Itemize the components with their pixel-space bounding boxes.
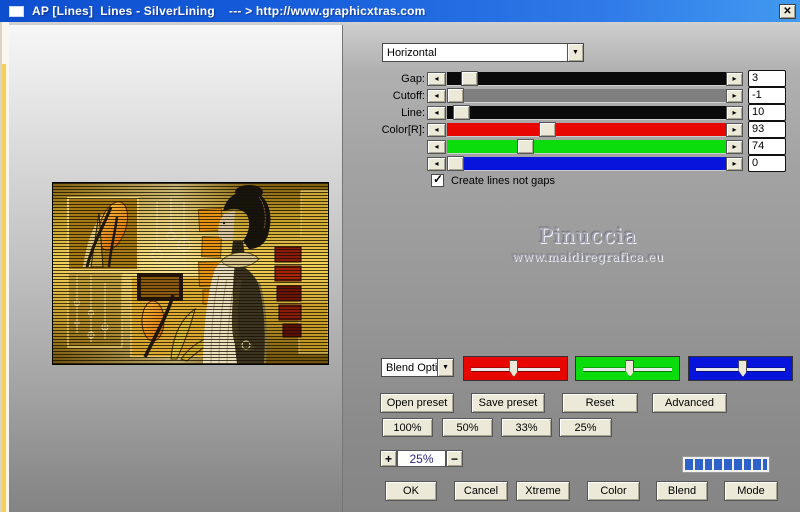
slider-row-line: Line: ◂ ▸ 10 [0,104,800,121]
slider-left-arrow-icon[interactable]: ◂ [427,89,446,103]
slider-thumb[interactable] [447,88,464,103]
create-lines-option: ✓ Create lines not gaps [431,172,555,187]
progress-segment [733,459,742,470]
slider-right-arrow-icon[interactable]: ▸ [726,89,743,103]
slider-left-arrow-icon[interactable]: ◂ [427,123,446,137]
slider-track[interactable] [447,122,726,137]
slider-track[interactable] [447,156,726,171]
slider-right-arrow-icon[interactable]: ▸ [726,140,743,154]
reset-button[interactable]: Reset [562,393,638,413]
check-icon: ✓ [433,172,444,186]
slider-row-color-b: ◂ ▸ 0 [0,155,800,172]
slider-thumb[interactable] [625,360,635,377]
zoom-100-button[interactable]: 100% [382,418,433,437]
window-title: AP [Lines] Lines - SilverLining --- > ht… [32,4,426,18]
zoom-out-button[interactable]: − [446,450,463,467]
open-preset-button[interactable]: Open preset [380,393,454,413]
slider-value-box[interactable]: 10 [748,104,786,121]
slider-value-box[interactable]: 0 [748,155,786,172]
progress-segment [743,459,752,470]
blend-green-slider[interactable] [575,356,680,381]
progress-segment [763,459,767,470]
slider-track[interactable] [447,105,726,120]
create-lines-checkbox[interactable]: ✓ [431,172,444,187]
progress-segment [714,459,723,470]
mode-select[interactable]: Horizontal ▼ [382,43,584,62]
slider-right-arrow-icon[interactable]: ▸ [726,157,743,171]
slider-label: Line: [401,107,425,119]
slider-right-arrow-icon[interactable]: ▸ [726,106,743,120]
slider-right-arrow-icon[interactable]: ▸ [726,72,743,86]
progress-segment [724,459,732,470]
plugin-dialog: AP [Lines] Lines - SilverLining --- > ht… [0,0,800,512]
slider-track[interactable] [447,88,726,103]
chevron-down-icon[interactable]: ▼ [567,44,583,61]
slider-track[interactable] [447,71,726,86]
progress-bar [682,456,770,473]
zoom-level-value: 25% [397,450,446,467]
blend-options-select[interactable]: Blend Opti ▼ [381,358,454,377]
lines-effect-overlay [53,183,328,364]
progress-segment [685,459,693,470]
slider-label: Color[R]: [381,124,425,136]
watermark-name: Pinuccia [538,224,638,248]
blend-blue-slider[interactable] [688,356,793,381]
slider-left-arrow-icon[interactable]: ◂ [427,72,446,86]
watermark-site: www.maidiregrafica.eu [512,250,664,264]
slider-thumb[interactable] [447,156,464,171]
xtreme-button[interactable]: Xtreme [516,481,570,501]
slider-value-box[interactable]: 93 [748,121,786,138]
zoom-50-button[interactable]: 50% [442,418,493,437]
slider-label: Cutoff: [392,90,425,102]
slider-thumb[interactable] [516,139,534,154]
slider-row-cutoff: Cutoff: ◂ ▸ -1 [0,87,800,104]
slider-thumb[interactable] [509,360,519,377]
blend-options-value: Blend Opti [386,361,437,374]
chevron-down-icon[interactable]: ▼ [437,359,453,376]
slider-row-gap: Gap: ◂ ▸ 3 [0,70,800,87]
progress-segment [694,459,703,470]
progress-segment [704,459,713,470]
blend-button[interactable]: Blend [656,481,708,501]
preview-image[interactable] [52,182,329,365]
slider-track[interactable] [447,139,726,154]
ok-button[interactable]: OK [385,481,437,501]
slider-thumb[interactable] [738,360,748,377]
slider-value-box[interactable]: 3 [748,70,786,87]
slider-thumb[interactable] [460,71,478,86]
advanced-button[interactable]: Advanced [652,393,727,413]
slider-value-box[interactable]: -1 [748,87,786,104]
window-icon [9,5,24,17]
mode-button[interactable]: Mode [724,481,778,501]
progress-segment [753,459,762,470]
close-icon[interactable]: ✕ [779,4,796,19]
create-lines-label: Create lines not gaps [451,174,555,187]
blend-red-slider[interactable] [463,356,568,381]
slider-right-arrow-icon[interactable]: ▸ [726,123,743,137]
slider-left-arrow-icon[interactable]: ◂ [427,140,446,154]
slider-left-arrow-icon[interactable]: ◂ [427,106,446,120]
zoom-25-button[interactable]: 25% [559,418,612,437]
save-preset-button[interactable]: Save preset [471,393,545,413]
slider-thumb[interactable] [539,122,557,137]
zoom-33-button[interactable]: 33% [501,418,552,437]
slider-thumb[interactable] [452,105,470,120]
zoom-in-button[interactable]: + [380,450,397,467]
slider-row-color-r: Color[R]: ◂ ▸ 93 [0,121,800,138]
slider-label: Gap: [401,73,425,85]
cancel-button[interactable]: Cancel [454,481,508,501]
title-bar[interactable]: AP [Lines] Lines - SilverLining --- > ht… [0,0,800,22]
slider-left-arrow-icon[interactable]: ◂ [427,157,446,171]
color-button[interactable]: Color [587,481,640,501]
mode-select-value: Horizontal [387,46,437,59]
slider-row-color-g: ◂ ▸ 74 [0,138,800,155]
watermark: Pinuccia www.maidiregrafica.eu [382,224,794,264]
slider-value-box[interactable]: 74 [748,138,786,155]
